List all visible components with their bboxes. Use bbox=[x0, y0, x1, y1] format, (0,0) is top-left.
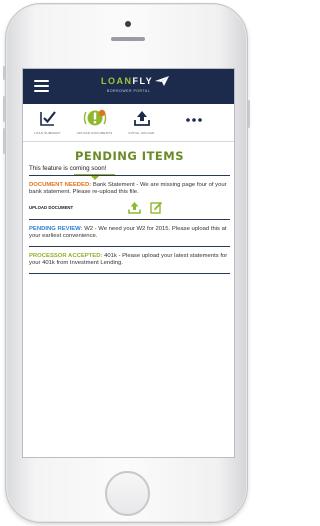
pending-item-pending-review: PENDING REVIEW: W2 - We need your W2 for… bbox=[29, 226, 230, 240]
item-status-label: DOCUMENT NEEDED: bbox=[29, 182, 92, 188]
tab-label: LOAN SUMMARY bbox=[34, 131, 61, 135]
pending-item-document-needed: DOCUMENT NEEDED: Bank Statement - We are… bbox=[29, 182, 230, 196]
front-camera bbox=[125, 21, 131, 27]
pending-items-panel: PENDING ITEMS This feature is coming soo… bbox=[29, 149, 230, 274]
upload-actions: UPLOAD DOCUMENT bbox=[29, 198, 230, 216]
divider bbox=[29, 219, 230, 220]
tab-initial-upload[interactable]: INITIAL UPLOAD bbox=[121, 104, 162, 141]
tab-bar: LOAN SUMMARY UPLOAD DOCUMENTS INITIAL UP… bbox=[23, 104, 234, 180]
earpiece-speaker bbox=[111, 37, 145, 41]
phone-volume-down bbox=[3, 128, 5, 154]
checklist-icon bbox=[39, 111, 56, 126]
logo-subtitle: BORROWER PORTAL bbox=[107, 89, 151, 93]
more-icon bbox=[185, 118, 202, 122]
upload-icon bbox=[133, 111, 150, 126]
edit-icon[interactable] bbox=[150, 201, 163, 214]
tab-label: INITIAL UPLOAD bbox=[128, 131, 155, 135]
divider bbox=[29, 175, 230, 176]
app-screen: LOANFLY BORROWER PORTAL LOAN SUMMARY UPL… bbox=[22, 68, 235, 458]
menu-icon[interactable] bbox=[34, 80, 49, 93]
phone-frame: LOANFLY BORROWER PORTAL LOAN SUMMARY UPL… bbox=[3, 3, 250, 523]
document-alert-icon bbox=[83, 109, 106, 126]
tab-loan-summary[interactable]: LOAN SUMMARY bbox=[27, 104, 68, 141]
tab-upload-documents[interactable]: UPLOAD DOCUMENTS bbox=[74, 104, 115, 141]
app-header: LOANFLY BORROWER PORTAL bbox=[23, 69, 234, 104]
upload-icon[interactable] bbox=[128, 201, 141, 214]
page-title: PENDING ITEMS bbox=[74, 149, 184, 163]
phone-power-button bbox=[248, 100, 250, 128]
tab-label: UPLOAD DOCUMENTS bbox=[76, 131, 113, 135]
phone-volume-up bbox=[3, 96, 5, 122]
item-status-label: PENDING REVIEW: bbox=[29, 226, 83, 232]
item-status-label: PROCESSOR ACCEPTED: bbox=[29, 253, 103, 259]
paper-plane-icon bbox=[155, 76, 169, 86]
upload-document-label: UPLOAD DOCUMENT bbox=[29, 205, 74, 210]
app-logo: LOANFLY BORROWER PORTAL bbox=[101, 76, 181, 100]
logo-wordmark: LOANFLY bbox=[101, 76, 154, 86]
pending-item-processor-accepted: PROCESSOR ACCEPTED: 401k - Please upload… bbox=[29, 253, 230, 267]
divider bbox=[29, 273, 230, 274]
divider bbox=[29, 246, 230, 247]
tab-more[interactable] bbox=[173, 104, 214, 141]
phone-side-button bbox=[3, 66, 5, 80]
page-subtitle: This feature is coming soon! bbox=[29, 165, 107, 172]
home-button[interactable] bbox=[105, 471, 150, 516]
